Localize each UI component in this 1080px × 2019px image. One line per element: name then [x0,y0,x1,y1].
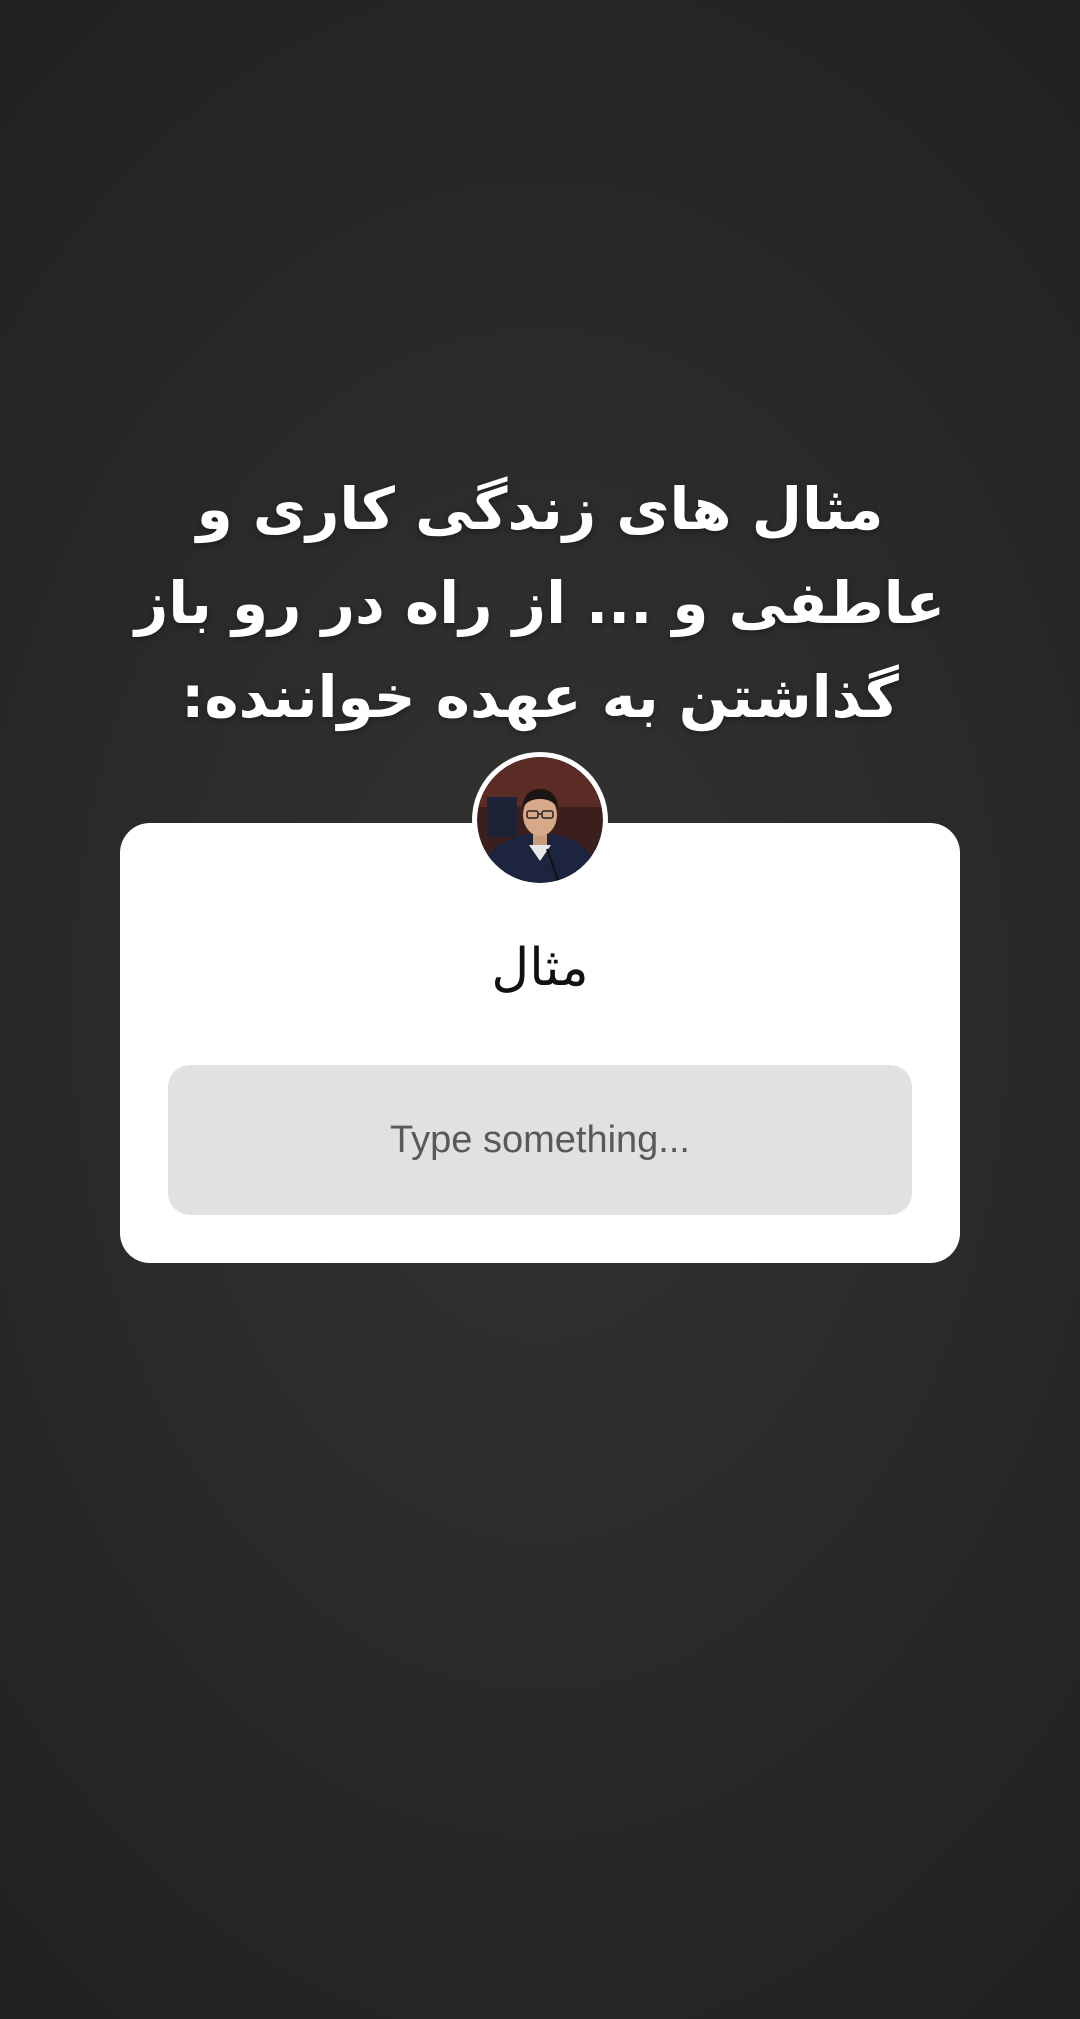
answer-input[interactable]: Type something... [168,1065,912,1215]
profile-photo [477,757,603,883]
question-text: مثال [491,938,589,998]
story-title: مثال های زندگی کاری و عاطفی و ... از راه… [134,475,946,731]
avatar [472,752,608,888]
question-sticker[interactable]: مثال Type something... [120,823,960,1263]
